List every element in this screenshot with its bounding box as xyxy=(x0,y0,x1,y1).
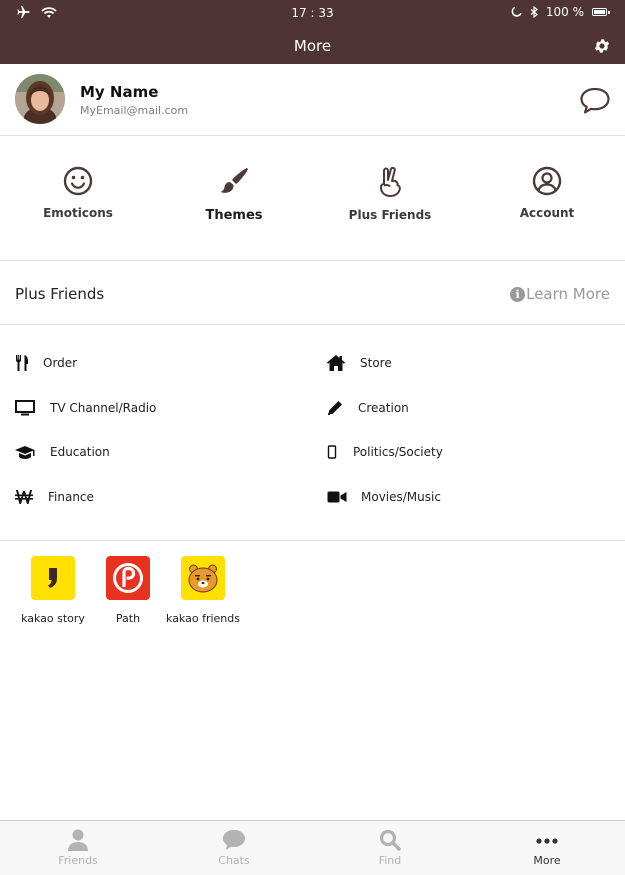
section-title: Plus Friends xyxy=(15,285,105,303)
video-camera-icon xyxy=(327,491,347,503)
quick-account[interactable]: Account xyxy=(469,166,625,220)
avatar[interactable] xyxy=(15,74,65,124)
category-label: TV Channel/Radio xyxy=(50,401,157,415)
category-label: Politics/Society xyxy=(353,445,443,459)
learn-more-label: Learn More xyxy=(526,285,610,303)
category-grid: Order Store TV Channel/Radio Creation Ed… xyxy=(0,325,625,541)
info-icon: i xyxy=(510,286,526,302)
quick-themes[interactable]: Themes xyxy=(156,166,312,223)
tab-find[interactable]: Find xyxy=(312,821,468,875)
category-label: Finance xyxy=(48,490,94,504)
battery-percent: 100 % xyxy=(545,5,584,19)
category-label: Creation xyxy=(358,401,409,415)
category-movies-music[interactable]: Movies/Music xyxy=(327,490,441,504)
category-politics-society[interactable]: Politics/Society xyxy=(327,445,443,459)
tab-chats[interactable]: Chats xyxy=(156,821,312,875)
category-creation[interactable]: Creation xyxy=(327,400,409,416)
chat-bubble-icon[interactable] xyxy=(579,87,611,115)
tab-label: More xyxy=(533,854,561,867)
app-kakao-story[interactable]: kakao story xyxy=(13,556,93,625)
kakao-friends-icon xyxy=(181,556,225,600)
search-icon xyxy=(379,829,401,851)
quick-plus-friends[interactable]: Plus Friends xyxy=(312,166,468,222)
profile-name: My Name xyxy=(80,83,159,101)
tab-label: Chats xyxy=(218,854,250,867)
app-label: Path xyxy=(115,612,141,625)
person-icon xyxy=(68,829,88,851)
page-title: More xyxy=(293,37,332,55)
peace-hand-icon xyxy=(380,166,401,197)
pencil-icon xyxy=(328,401,342,415)
category-label: Store xyxy=(360,356,392,370)
utensils-icon xyxy=(16,355,28,371)
quick-label: Emoticons xyxy=(43,206,113,220)
profile-email: MyEmail@mail.com xyxy=(80,104,189,117)
category-education[interactable]: Education xyxy=(15,445,110,459)
category-finance[interactable]: Finance xyxy=(15,490,94,504)
category-label: Order xyxy=(43,356,78,370)
tab-more[interactable]: More xyxy=(469,821,625,875)
category-store[interactable]: Store xyxy=(327,355,392,371)
tab-bar: Friends Chats Find More xyxy=(0,820,625,875)
battery-icon xyxy=(592,8,610,16)
won-icon xyxy=(15,490,33,504)
quick-label: Account xyxy=(519,206,575,220)
learn-more-link[interactable]: i Learn More xyxy=(510,285,610,303)
category-label: Movies/Music xyxy=(361,490,441,504)
app-path[interactable]: Path xyxy=(88,556,168,625)
tab-label: Find xyxy=(378,854,402,867)
gear-icon[interactable] xyxy=(593,37,611,55)
app-label: kakao story xyxy=(21,612,85,625)
paintbrush-icon xyxy=(220,168,248,193)
plus-friends-header: Plus Friends i Learn More xyxy=(0,261,625,325)
category-tv-channel-radio[interactable]: TV Channel/Radio xyxy=(15,400,156,416)
quick-menu: Emoticons Themes Plus Friends Account xyxy=(0,136,625,261)
more-dots-icon xyxy=(536,838,558,844)
smiley-icon xyxy=(63,166,93,196)
monitor-icon xyxy=(15,400,35,416)
tab-friends[interactable]: Friends xyxy=(0,821,156,875)
status-bar: 17 : 33 100 % xyxy=(0,0,625,26)
graduation-cap-icon xyxy=(15,446,35,459)
chat-icon xyxy=(223,830,245,850)
app-kakao-friends[interactable]: kakao friends xyxy=(163,556,243,625)
tab-label: Friends xyxy=(58,854,98,867)
moon-icon xyxy=(511,6,522,17)
category-label: Education xyxy=(50,445,110,459)
quick-label: Themes xyxy=(205,208,263,223)
user-circle-icon xyxy=(532,166,562,196)
app-header: 17 : 33 100 % More xyxy=(0,0,625,64)
profile-row[interactable]: My Name MyEmail@mail.com xyxy=(0,64,625,136)
mobile-icon xyxy=(327,445,337,459)
quick-label: Plus Friends xyxy=(348,208,432,222)
bluetooth-icon xyxy=(530,6,538,18)
home-icon xyxy=(327,355,345,371)
quick-emoticons[interactable]: Emoticons xyxy=(0,166,156,220)
category-order[interactable]: Order xyxy=(15,355,77,371)
path-icon xyxy=(106,556,150,600)
kakao-story-icon xyxy=(31,556,75,600)
app-label: kakao friends xyxy=(166,612,240,625)
